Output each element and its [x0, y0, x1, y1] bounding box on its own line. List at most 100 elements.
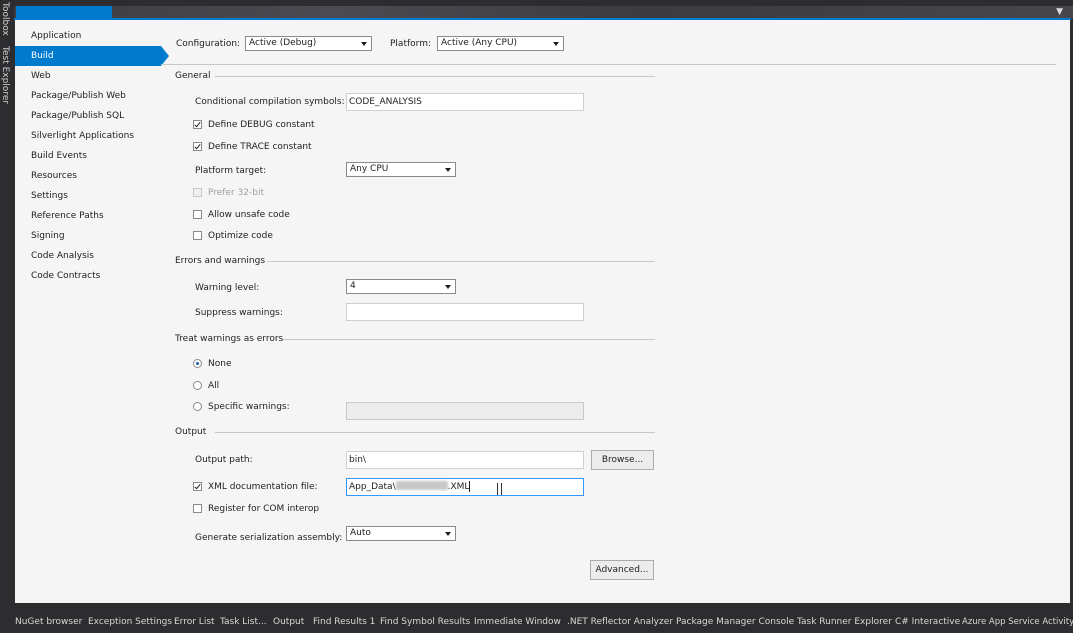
nav-item-code-analysis[interactable]: Code Analysis [15, 246, 175, 266]
treat-none-label: None [208, 359, 232, 369]
project-properties-panel: Application Build Web Package/Publish We… [15, 20, 1070, 603]
xml-doc-value-prefix: App_Data\ [349, 482, 396, 492]
output-header-line [215, 432, 655, 433]
general-header-text: General [175, 71, 211, 81]
tool-window-tab-bar: NuGet browser Exception Settings Error L… [0, 612, 1073, 633]
tab-nuget-browser[interactable]: NuGet browser [15, 612, 82, 633]
platform-value: Active (Any CPU) [441, 38, 518, 48]
nav-item-settings[interactable]: Settings [15, 186, 175, 206]
text-caret [469, 481, 471, 492]
output-path-input[interactable]: bin\ [346, 451, 584, 469]
chevron-down-icon [445, 285, 451, 289]
specific-warnings-input[interactable] [346, 402, 584, 420]
treat-specific-radio[interactable] [193, 402, 202, 411]
tab-exception-settings[interactable]: Exception Settings [88, 612, 172, 633]
define-debug-label: Define DEBUG constant [208, 120, 315, 130]
nav-item-package-publish-sql[interactable]: Package/Publish SQL [15, 106, 175, 126]
xml-doc-input[interactable]: App_Data\ .XML [346, 478, 584, 496]
nav-item-application[interactable]: Application [15, 26, 175, 46]
conditional-symbols-input[interactable]: CODE_ANALYSIS [346, 93, 584, 111]
tab-azure-app-service-activity[interactable]: Azure App Service Activity [962, 612, 1073, 633]
platform-dropdown[interactable]: Active (Any CPU) [437, 36, 564, 51]
document-tab-bar: ▼ [14, 6, 1073, 18]
treat-all-label: All [208, 381, 220, 391]
tab-find-symbol-results[interactable]: Find Symbol Results [380, 612, 470, 633]
tab-immediate-window[interactable]: Immediate Window [474, 612, 561, 633]
warning-level-value: 4 [350, 281, 356, 291]
optimize-code-checkbox[interactable] [193, 231, 202, 240]
allow-unsafe-checkbox[interactable] [193, 210, 202, 219]
general-header-line [215, 76, 655, 77]
define-trace-checkbox[interactable] [193, 142, 202, 151]
properties-nav: Application Build Web Package/Publish We… [15, 26, 175, 286]
define-debug-checkbox[interactable] [193, 120, 202, 129]
errors-header-line [267, 261, 655, 262]
platform-label: Platform: [390, 39, 431, 49]
test-explorer-tab[interactable]: Test Explorer [0, 46, 10, 104]
output-path-label: Output path: [195, 455, 253, 465]
register-com-checkbox[interactable] [193, 504, 202, 513]
tab-menu-icon[interactable]: ▼ [1056, 6, 1063, 18]
register-com-label: Register for COM interop [208, 504, 320, 514]
warning-level-dropdown[interactable]: 4 [346, 279, 456, 294]
configuration-dropdown[interactable]: Active (Debug) [245, 36, 372, 51]
left-tool-strip: Toolbox Test Explorer [0, 0, 14, 612]
tab-error-list[interactable]: Error List [174, 612, 215, 633]
nav-item-package-publish-web[interactable]: Package/Publish Web [15, 86, 175, 106]
allow-unsafe-label: Allow unsafe code [208, 210, 290, 220]
tab-find-results-1[interactable]: Find Results 1 [313, 612, 375, 633]
platform-target-label: Platform target: [195, 166, 267, 176]
tab-output[interactable]: Output [273, 612, 304, 633]
nav-item-reference-paths[interactable]: Reference Paths [15, 206, 175, 226]
toolbox-tab[interactable]: Toolbox [0, 2, 10, 36]
serialization-value: Auto [350, 528, 371, 538]
xml-doc-checkbox[interactable] [193, 482, 202, 491]
configuration-label: Configuration: [176, 39, 241, 49]
advanced-button[interactable]: Advanced... [590, 560, 654, 580]
tab-package-manager-console[interactable]: Package Manager Console [676, 612, 794, 633]
xml-doc-label: XML documentation file: [208, 482, 318, 492]
chevron-down-icon [445, 168, 451, 172]
tab-csharp-interactive[interactable]: C# Interactive [895, 612, 960, 633]
conditional-symbols-label: Conditional compilation symbols: [195, 97, 345, 107]
platform-target-value: Any CPU [350, 164, 389, 174]
suppress-warnings-input[interactable] [346, 303, 584, 321]
suppress-warnings-label: Suppress warnings: [195, 308, 283, 318]
prefer-32bit-label: Prefer 32-bit [208, 188, 265, 198]
output-header-text: Output [175, 427, 207, 437]
nav-item-build-events[interactable]: Build Events [15, 146, 175, 166]
treat-specific-label: Specific warnings: [208, 402, 290, 412]
build-settings: Configuration: Active (Debug) Platform: … [161, 20, 1070, 603]
optimize-code-label: Optimize code [208, 231, 273, 241]
errors-section-header: Errors and warnings [175, 255, 655, 267]
tab-net-reflector-analyzer[interactable]: .NET Reflector Analyzer [567, 612, 673, 633]
platform-target-dropdown[interactable]: Any CPU [346, 162, 456, 177]
chevron-down-icon [361, 42, 367, 46]
redacted-filename [395, 481, 448, 490]
warning-level-label: Warning level: [195, 283, 260, 293]
treat-all-radio[interactable] [193, 381, 202, 390]
configuration-value: Active (Debug) [249, 38, 317, 48]
serialization-label: Generate serialization assembly: [195, 533, 343, 543]
browse-button[interactable]: Browse... [591, 450, 654, 470]
nav-item-build[interactable]: Build [15, 46, 169, 66]
prefer-32bit-checkbox[interactable] [193, 188, 202, 197]
nav-item-web[interactable]: Web [15, 66, 175, 86]
nav-item-resources[interactable]: Resources [15, 166, 175, 186]
treat-warnings-header-line [283, 339, 655, 340]
nav-item-silverlight-applications[interactable]: Silverlight Applications [15, 126, 175, 146]
xml-doc-value-suffix: .XML [447, 482, 470, 492]
tab-task-list[interactable]: Task List... [220, 612, 267, 633]
tab-task-runner-explorer[interactable]: Task Runner Explorer [797, 612, 892, 633]
treat-warnings-section-header: Treat warnings as errors [175, 333, 655, 345]
errors-header-text: Errors and warnings [175, 256, 266, 266]
active-document-tab[interactable] [16, 6, 112, 18]
nav-item-signing[interactable]: Signing [15, 226, 175, 246]
general-section-header: General [175, 70, 655, 82]
nav-item-code-contracts[interactable]: Code Contracts [15, 266, 175, 286]
serialization-dropdown[interactable]: Auto [346, 526, 456, 541]
treat-none-radio[interactable] [193, 359, 202, 368]
ibeam-cursor-icon [497, 483, 502, 495]
define-trace-label: Define TRACE constant [208, 142, 312, 152]
output-section-header: Output [175, 426, 655, 438]
